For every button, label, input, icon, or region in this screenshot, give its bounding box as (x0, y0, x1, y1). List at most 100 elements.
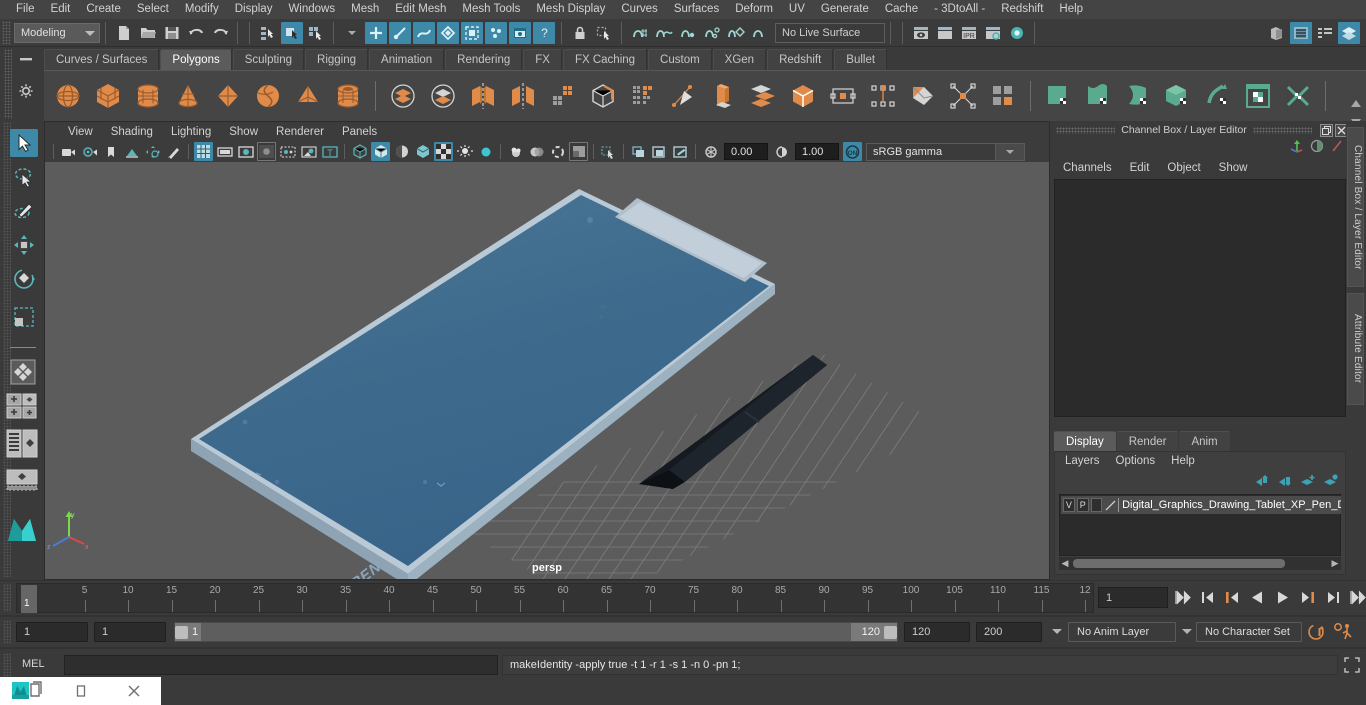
poly-retopologize-icon[interactable] (585, 78, 621, 114)
script-editor-icon[interactable] (1342, 655, 1362, 675)
menu-item-file[interactable]: File (8, 1, 43, 18)
menu-set-selector[interactable]: Modeling (14, 22, 100, 43)
layer-row[interactable]: V P Digital_Graphics_Drawing_Tablet_XP_P… (1061, 496, 1341, 514)
snap-to-curve-icon[interactable] (653, 22, 675, 44)
poly-quad-draw-icon[interactable] (665, 78, 701, 114)
new-layer-from-selected-icon[interactable] (1300, 474, 1316, 492)
command-language-label[interactable]: MEL (22, 658, 45, 670)
channel-box-menu-edit[interactable]: Edit (1121, 161, 1159, 175)
select-tool-icon[interactable] (10, 129, 38, 157)
channel-box-content[interactable] (1054, 179, 1346, 417)
highlight-selection-icon[interactable] (593, 22, 615, 44)
undo-icon[interactable] (185, 22, 207, 44)
shelf-tab-custom[interactable]: Custom (648, 49, 712, 70)
xray-joints-mode-icon[interactable] (650, 142, 669, 161)
channel-box-menu-channels[interactable]: Channels (1054, 161, 1121, 175)
range-slider-left-handle[interactable]: 1 (175, 623, 201, 641)
render-sequence-icon[interactable] (934, 22, 956, 44)
open-scene-icon[interactable] (137, 22, 159, 44)
select-curve-icon[interactable] (413, 21, 435, 44)
lock-icon[interactable] (569, 22, 591, 44)
rotate-tool-icon[interactable] (10, 265, 38, 293)
animation-start-time-field[interactable]: 1 (16, 622, 88, 642)
paint-select-tool-icon[interactable] (10, 197, 38, 225)
flat-shade-icon[interactable] (413, 142, 432, 161)
go-to-end-icon[interactable] (1347, 586, 1366, 609)
grid-toggle-icon[interactable] (194, 142, 213, 161)
time-slider[interactable]: 1 5 10 15 20 25 30 35 40 45 50 55 60 65 70 75 80 85 90 95 1… (16, 583, 1094, 613)
command-output-field[interactable]: makeIdentity -apply true -t 1 -r 1 -s 1 … (502, 655, 1338, 675)
menu-item-cache[interactable]: Cache (877, 1, 926, 18)
menu-item-mesh-display[interactable]: Mesh Display (528, 1, 613, 18)
anim-layer-field[interactable]: No Anim Layer (1068, 622, 1176, 642)
select-vertex-icon[interactable] (365, 21, 387, 44)
restore-icon[interactable] (1320, 123, 1333, 137)
snap-to-view-plane-icon[interactable] (725, 22, 747, 44)
step-back-keyframe-icon[interactable] (1197, 586, 1218, 609)
save-scene-icon[interactable] (161, 22, 183, 44)
shelf-tab-polygons[interactable]: Polygons (160, 49, 232, 70)
xray-active-components-icon[interactable] (629, 142, 648, 161)
ipr-render-icon[interactable]: IPR (958, 22, 980, 44)
dock-grip-right[interactable] (1252, 126, 1312, 134)
viewport-menu-show[interactable]: Show (220, 126, 267, 138)
viewport-3d[interactable]: XP-PEN persp (45, 162, 1049, 579)
shadows-icon[interactable] (476, 142, 495, 161)
layer-display-type-toggle[interactable] (1090, 498, 1103, 512)
two-dimensional-pan-zoom-icon[interactable] (143, 142, 162, 161)
menu-item-modify[interactable]: Modify (177, 1, 227, 18)
exposure-icon[interactable] (701, 142, 720, 161)
poly-extrude-icon[interactable] (705, 78, 741, 114)
select-by-object-icon[interactable] (281, 21, 303, 44)
uv-planar-icon[interactable] (1040, 78, 1076, 114)
step-forward-frame-icon[interactable] (1297, 586, 1318, 609)
shelf-tab-rendering[interactable]: Rendering (445, 49, 523, 70)
viewport-menu-lighting[interactable]: Lighting (162, 126, 220, 138)
poly-connect-icon[interactable] (905, 78, 941, 114)
color-space-selector[interactable]: sRGB gamma (866, 142, 996, 161)
new-scene-icon[interactable] (113, 22, 135, 44)
command-line-grip[interactable] (3, 653, 11, 677)
render-settings-icon[interactable] (982, 22, 1004, 44)
layer-tab-render[interactable]: Render (1116, 431, 1179, 451)
menu-item-generate[interactable]: Generate (813, 1, 877, 18)
side-tab-channel-box[interactable]: Channel Box / Layer Editor (1347, 127, 1364, 287)
play-backwards-icon[interactable] (1247, 586, 1268, 609)
maximize-icon[interactable] (54, 677, 108, 705)
poly-crease-icon[interactable] (945, 78, 981, 114)
select-vertexface-icon[interactable] (485, 21, 507, 44)
exposure-field[interactable]: 0.00 (724, 143, 768, 160)
show-channel-box-icon[interactable] (1338, 21, 1360, 44)
show-attribute-editor-icon[interactable] (1314, 22, 1336, 44)
select-by-component-icon[interactable] (305, 22, 327, 44)
go-to-start-icon[interactable] (1172, 586, 1193, 609)
motion-blur-icon[interactable] (527, 142, 546, 161)
chevron-down-icon[interactable] (341, 22, 363, 44)
move-tool-icon[interactable] (10, 231, 38, 259)
auto-key-icon[interactable] (1306, 622, 1328, 647)
character-set-dropdown-arrow[interactable] (1182, 629, 1192, 634)
poly-sphere-icon[interactable] (50, 78, 86, 114)
manipulator-axis-icon[interactable] (1290, 139, 1304, 158)
layer-menu-help[interactable]: Help (1163, 454, 1203, 468)
last-tool-icon[interactable] (10, 303, 38, 331)
poly-multicut-icon[interactable] (825, 78, 861, 114)
range-start-time-field[interactable]: 1 (94, 622, 166, 642)
move-layer-up-icon[interactable] (1254, 474, 1270, 492)
menu-item-uv[interactable]: UV (781, 1, 813, 18)
color-management-on-icon[interactable]: ON (843, 142, 862, 161)
move-layer-down-icon[interactable] (1277, 474, 1293, 492)
menu-item-help[interactable]: Help (1051, 1, 1091, 18)
range-slider[interactable]: 1 120 (174, 622, 898, 642)
menu-item-create[interactable]: Create (78, 1, 129, 18)
uv-editor-icon[interactable] (1240, 78, 1276, 114)
viewport-menu-renderer[interactable]: Renderer (267, 126, 333, 138)
lasso-select-tool-icon[interactable] (10, 163, 38, 191)
poly-cube-icon[interactable] (90, 78, 126, 114)
menu-item-surfaces[interactable]: Surfaces (666, 1, 727, 18)
step-forward-keyframe-icon[interactable] (1322, 586, 1343, 609)
show-hypergraph-icon[interactable] (1290, 21, 1312, 44)
menu-item-deform[interactable]: Deform (727, 1, 781, 18)
show-outliner-icon[interactable] (1266, 22, 1288, 44)
shelf-tab-redshift[interactable]: Redshift (767, 49, 834, 70)
